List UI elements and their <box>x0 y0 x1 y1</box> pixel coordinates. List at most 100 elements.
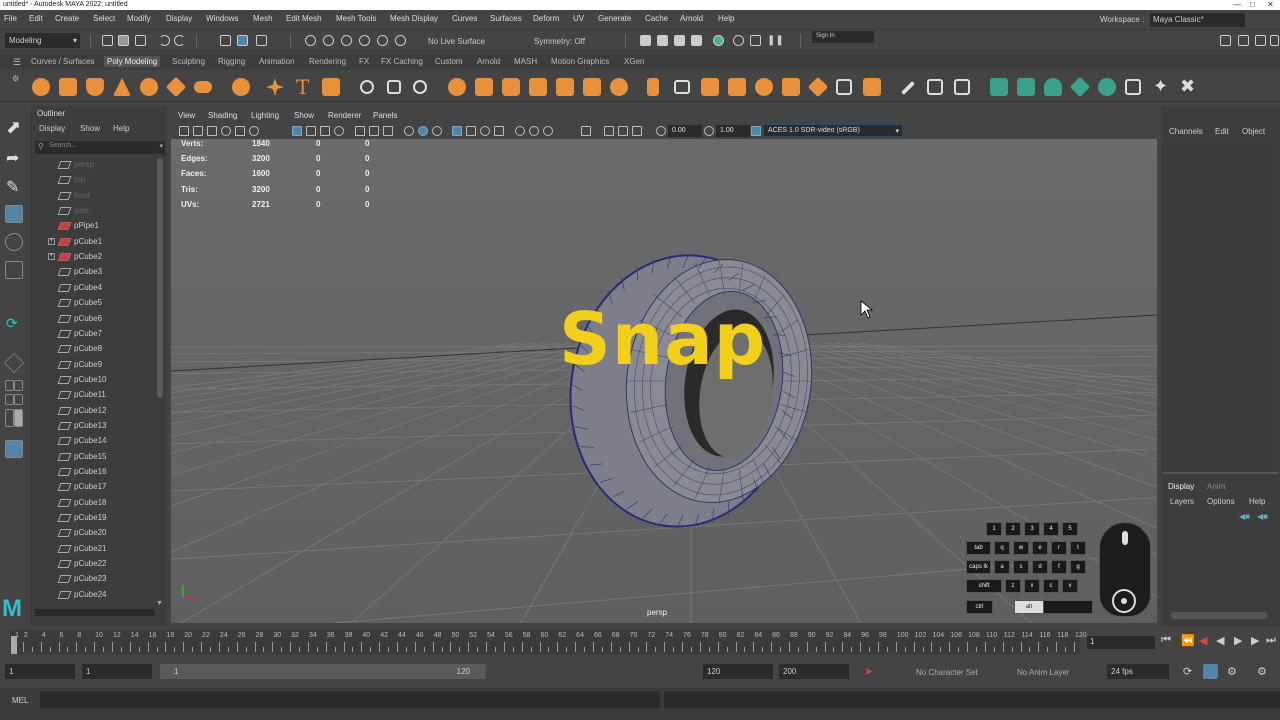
shelf-tab-arnold[interactable]: Arnold <box>474 56 503 67</box>
playback-start-field[interactable]: 1 <box>82 664 152 679</box>
menu-arnold[interactable]: Arnold <box>680 14 703 23</box>
perspective-viewport[interactable]: Verts: 1840 0 0 Edges: 3200 0 0 Faces: 1600 0 0 Tris… <box>171 139 1157 623</box>
layer-menu-layers[interactable]: Layers <box>1170 497 1194 506</box>
svg-tool-icon[interactable] <box>322 78 340 96</box>
current-time-indicator[interactable] <box>11 636 17 654</box>
viewport-menu-panels[interactable]: Panels <box>373 111 397 120</box>
unfold-icon[interactable] <box>990 78 1008 96</box>
play-backwards-icon[interactable]: ◀ <box>1216 634 1224 647</box>
poly-disc-icon[interactable] <box>194 81 212 93</box>
menu-windows[interactable]: Windows <box>206 14 238 23</box>
playback-end-field[interactable]: 120 <box>703 664 773 679</box>
menu-mesh-tools[interactable]: Mesh Tools <box>336 14 376 23</box>
command-input[interactable] <box>40 691 660 708</box>
move-layer-down-icon[interactable]: ◀■ <box>1257 512 1268 521</box>
fill-hole-icon[interactable] <box>556 78 574 96</box>
menu-deform[interactable]: Deform <box>533 14 559 23</box>
gamma-field[interactable]: 1.00 <box>716 125 750 137</box>
shelf-tab-xgen[interactable]: XGen <box>621 56 647 67</box>
auto-seams-icon[interactable] <box>1044 78 1062 96</box>
separate-icon[interactable] <box>387 80 401 94</box>
last-tool-icon[interactable]: ⟳ <box>6 315 18 332</box>
viewport-menu-renderer[interactable]: Renderer <box>328 111 361 120</box>
step-back-key-icon[interactable]: ⏪ <box>1181 634 1195 647</box>
poly-cylinder-icon[interactable] <box>86 78 104 96</box>
type-tool-icon[interactable]: T <box>296 75 309 99</box>
menu-edit-mesh[interactable]: Edit Mesh <box>286 14 322 23</box>
menu-edit[interactable]: Edit <box>29 14 43 23</box>
planar-uv-icon[interactable] <box>863 78 881 96</box>
uv-transfer-icon[interactable] <box>1098 78 1116 96</box>
safe-title-icon[interactable] <box>383 126 393 136</box>
shelf-menu-icon[interactable]: ☰ <box>13 57 21 68</box>
undo-icon[interactable] <box>159 35 170 46</box>
outliner-layout-icon[interactable] <box>14 409 23 427</box>
shelf-tab-rigging[interactable]: Rigging <box>215 56 248 67</box>
shelf-tab-fx[interactable]: FX <box>356 56 372 67</box>
move-layer-up-icon[interactable]: ◀■ <box>1239 512 1250 521</box>
render-settings-icon[interactable] <box>674 35 685 46</box>
select-by-hierarchy-icon[interactable] <box>220 35 231 46</box>
checker-icon[interactable] <box>1125 79 1141 95</box>
current-frame-field[interactable]: 1 <box>1087 636 1155 649</box>
outliner-search-input[interactable]: ⚲ Search... ▾ <box>35 141 165 154</box>
shelf-tab-sculpting[interactable]: Sculpting <box>169 56 208 67</box>
layer-menu-help[interactable]: Help <box>1249 497 1265 506</box>
bookmarks-icon[interactable] <box>207 126 217 136</box>
boolean-icon[interactable] <box>448 78 466 96</box>
2d-pan-zoom-icon[interactable] <box>235 126 245 136</box>
menu-create[interactable]: Create <box>55 14 79 23</box>
workspace-dropdown[interactable]: Maya Classic* <box>1150 13 1245 27</box>
outliner-menu-display[interactable]: Display <box>39 124 65 133</box>
arnold-render-icon[interactable] <box>733 35 744 46</box>
anim-layer-dropdown[interactable]: No Anim Layer <box>1017 668 1069 677</box>
image-plane-icon[interactable] <box>221 126 231 136</box>
connect-icon[interactable] <box>701 78 719 96</box>
range-slider-bar[interactable]: 1 120 <box>160 664 486 679</box>
uv-editor-icon[interactable] <box>836 79 852 95</box>
redo-icon[interactable] <box>174 35 185 46</box>
super-shape-icon[interactable] <box>266 78 284 96</box>
viewport-menu-shading[interactable]: Shading <box>208 111 237 120</box>
use-all-lights-icon[interactable] <box>480 126 490 136</box>
append-to-polygon-icon[interactable] <box>529 78 547 96</box>
menu-select[interactable]: Select <box>93 14 115 23</box>
arnold-ipr-icon[interactable] <box>750 35 761 46</box>
tool-settings-icon[interactable] <box>1255 35 1266 46</box>
menu-help[interactable]: Help <box>718 14 734 23</box>
smooth-shade-icon[interactable] <box>418 126 428 136</box>
scroll-down-arrow-icon[interactable]: ▼ <box>156 600 163 607</box>
uv-shell-icon[interactable] <box>1069 76 1091 98</box>
menu-mesh[interactable]: Mesh <box>253 14 273 23</box>
four-pane-layout-icon[interactable] <box>14 380 23 391</box>
menu-mesh-display[interactable]: Mesh Display <box>390 14 438 23</box>
exposure-field[interactable]: 0.00 <box>668 125 702 137</box>
play-forwards-icon[interactable]: ▶ <box>1234 634 1242 647</box>
shelf-tab-motion-graphics[interactable]: Motion Graphics <box>548 56 612 67</box>
camera-attributes-icon[interactable] <box>193 126 203 136</box>
offset-loop-icon[interactable] <box>782 78 800 96</box>
expand-icon[interactable]: + <box>48 237 55 245</box>
ambient-occlusion-icon[interactable] <box>515 126 525 136</box>
default-material-icon[interactable] <box>432 126 442 136</box>
gate-mask-icon[interactable] <box>334 126 344 136</box>
shelf-tab-rendering[interactable]: Rendering <box>306 56 349 67</box>
layer-menu-options[interactable]: Options <box>1207 497 1235 506</box>
textured-icon[interactable] <box>466 126 476 136</box>
poly-torus-icon[interactable] <box>140 78 158 96</box>
outliner-menu-show[interactable]: Show <box>80 124 100 133</box>
shelf-tab-fx-caching[interactable]: FX Caching <box>378 56 426 67</box>
smooth-icon[interactable] <box>413 80 427 94</box>
combine-icon[interactable] <box>360 80 374 94</box>
go-to-end-icon[interactable]: ⏭ <box>1266 634 1276 647</box>
snap-live-icon[interactable] <box>377 35 388 46</box>
go-to-start-icon[interactable]: ⏮ <box>1161 634 1171 647</box>
persp-graph-layout-icon[interactable] <box>5 409 14 427</box>
xray-icon[interactable] <box>604 126 614 136</box>
expand-icon[interactable]: + <box>48 253 55 261</box>
layout-icon[interactable] <box>1017 78 1035 96</box>
color-management-icon[interactable] <box>751 126 761 136</box>
shelf-settings-icon[interactable]: ⚙ <box>12 74 19 83</box>
menu-generate[interactable]: Generate <box>598 14 631 23</box>
sew-uv-icon[interactable] <box>954 79 970 95</box>
